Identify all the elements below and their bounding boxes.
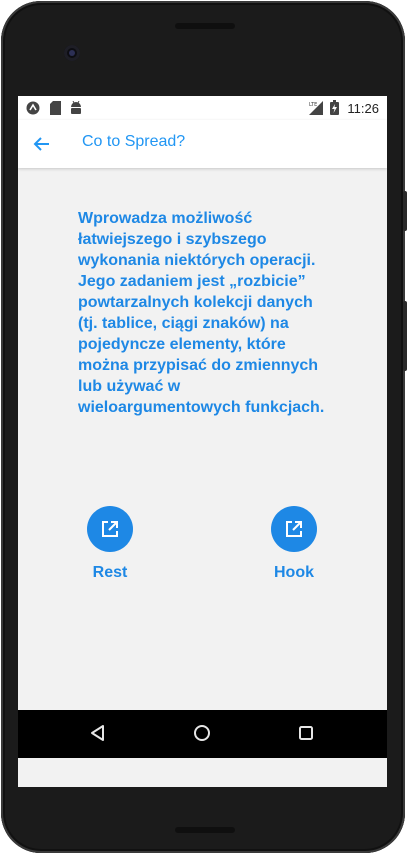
hook-link-button[interactable]: Hook: [254, 506, 334, 582]
earpiece-speaker: [175, 23, 235, 29]
hook-label[interactable]: Hook: [254, 564, 334, 582]
hook-button-circle[interactable]: [271, 506, 317, 552]
nav-home-icon[interactable]: [193, 724, 211, 746]
nav-back-icon[interactable]: [89, 724, 107, 746]
android-debug-icon: [70, 100, 82, 117]
volume-button: [403, 301, 407, 371]
rest-link-button[interactable]: Rest: [70, 506, 150, 582]
bottom-speaker: [175, 827, 235, 833]
svg-text:LTE: LTE: [309, 102, 317, 108]
status-bar: LTE 11:26: [18, 96, 387, 120]
arrow-back-icon[interactable]: [32, 134, 52, 154]
sd-card-icon: [50, 101, 61, 118]
battery-charging-icon: [330, 100, 339, 118]
front-camera: [64, 45, 80, 61]
page-title: Co to Spread?: [82, 133, 186, 150]
app-notification-icon: [26, 101, 40, 118]
description-text: Wprowadza możliwość łatwiejszego i szybs…: [78, 210, 325, 416]
rest-label[interactable]: Rest: [70, 564, 150, 582]
open-in-new-icon: [102, 521, 118, 537]
power-button: [403, 191, 407, 231]
nav-recents-icon[interactable]: [297, 724, 315, 746]
system-nav-bar: [18, 710, 387, 758]
lte-signal-icon: LTE: [309, 100, 323, 118]
open-in-new-icon: [286, 521, 302, 537]
rest-button-circle[interactable]: [87, 506, 133, 552]
screen: LTE 11:26 Co to Spread? Wprowadza możliw…: [18, 96, 387, 787]
status-time: 11:26: [347, 101, 379, 116]
app-bar: Co to Spread?: [18, 120, 387, 168]
